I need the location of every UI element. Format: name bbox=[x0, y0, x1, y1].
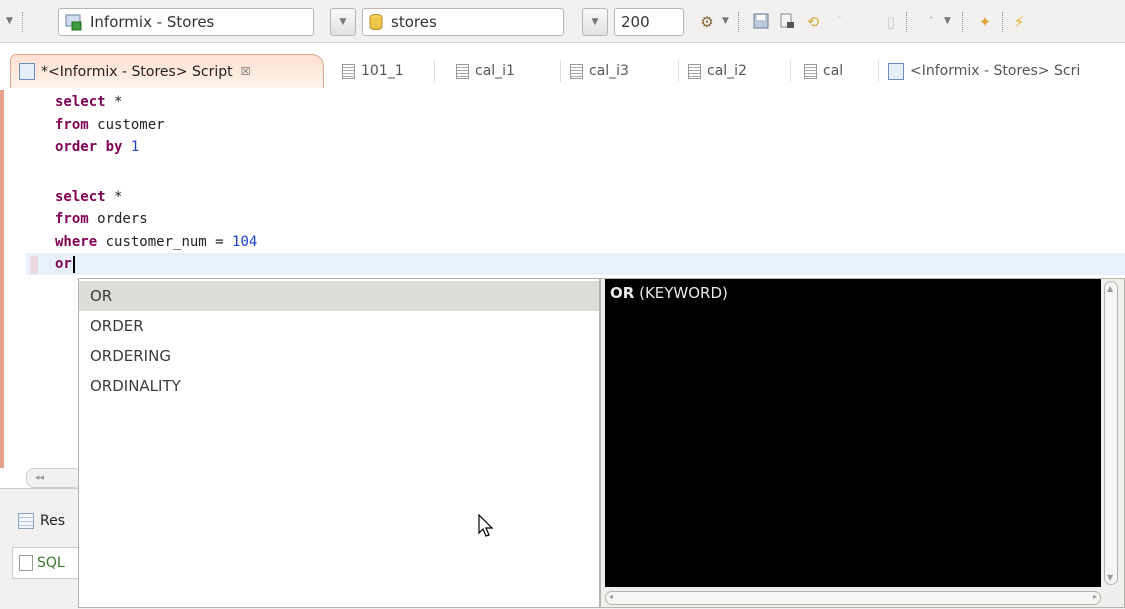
tab-label: cal_i2 bbox=[707, 63, 747, 79]
save-icon[interactable] bbox=[752, 13, 770, 31]
sql-script-icon bbox=[19, 63, 35, 80]
scroll-right-icon[interactable]: ▸ bbox=[1093, 592, 1097, 601]
tab-label: cal_i1 bbox=[475, 63, 515, 79]
code-line[interactable]: select * bbox=[55, 91, 122, 113]
database-icon bbox=[369, 13, 383, 31]
tab-label: cal bbox=[823, 63, 844, 79]
proposal-item-order[interactable]: ORDER bbox=[79, 311, 599, 341]
caret-up-icon[interactable]: ˆ bbox=[922, 13, 940, 31]
scroll-left-icon[interactable]: ◂ bbox=[609, 592, 613, 601]
max-rows-input[interactable]: 200 bbox=[614, 8, 684, 36]
sql-result-label: SQL bbox=[37, 555, 65, 571]
table-icon bbox=[456, 63, 469, 79]
toolbar-separator bbox=[1002, 12, 1003, 32]
info-title: OR (KEYWORD) bbox=[610, 284, 728, 302]
run-sql-icon[interactable]: ⚙ bbox=[698, 13, 716, 31]
table-icon bbox=[688, 63, 701, 79]
proposal-item-ordering[interactable]: ORDERING bbox=[79, 341, 599, 371]
connection-dropdown-button[interactable]: ▼ bbox=[330, 8, 356, 36]
code-line-current[interactable]: or bbox=[55, 253, 75, 275]
sql-file-icon bbox=[19, 555, 33, 571]
results-table-icon bbox=[18, 513, 34, 529]
disabled-small-icon: ˝ bbox=[836, 16, 842, 27]
database-dropdown-button[interactable]: ▼ bbox=[582, 8, 608, 36]
toolbar-separator bbox=[738, 12, 739, 32]
disabled-page-icon: ▯ bbox=[886, 13, 896, 31]
sql-script-icon bbox=[888, 62, 904, 80]
tab-cal[interactable]: cal bbox=[796, 56, 872, 86]
toolbar-separator bbox=[962, 12, 963, 32]
lightning-icon[interactable]: ⚡ bbox=[1010, 13, 1028, 31]
tab-cal-i2[interactable]: cal_i2 bbox=[680, 56, 780, 86]
tab-script-active[interactable]: *<Informix - Stores> Script ☒ bbox=[10, 54, 324, 88]
results-tab-label: Res bbox=[40, 513, 66, 529]
autocomplete-proposal-list[interactable]: OR ORDER ORDERING ORDINALITY bbox=[78, 278, 600, 608]
tab-label: *<Informix - Stores> Script bbox=[41, 63, 233, 80]
scroll-up-icon[interactable]: ▲ bbox=[1107, 284, 1113, 293]
info-vertical-scrollbar[interactable]: ▲ ▼ bbox=[1104, 281, 1118, 585]
editor-ruler bbox=[4, 90, 26, 468]
tab-results[interactable]: Res bbox=[18, 509, 65, 533]
autocomplete-info-panel: OR (KEYWORD) ▲ ▼ ◂ ▸ bbox=[600, 278, 1125, 608]
tab-label: <Informix - Stores> Scri bbox=[910, 63, 1081, 79]
tab-label: 101_1 bbox=[361, 63, 404, 79]
connection-name: Informix - Stores bbox=[90, 13, 215, 31]
editor-horizontal-scrollbar[interactable]: ◂◂ bbox=[26, 468, 82, 488]
connection-combo[interactable]: Informix - Stores bbox=[58, 8, 314, 36]
proposal-item-ordinality[interactable]: ORDINALITY bbox=[79, 371, 599, 401]
code-line[interactable]: select * bbox=[55, 186, 122, 208]
tab-label: cal_i3 bbox=[589, 63, 629, 79]
info-horizontal-scrollbar[interactable]: ◂ ▸ bbox=[605, 591, 1101, 605]
tab-cal-i3[interactable]: cal_i3 bbox=[562, 56, 662, 86]
close-tab-icon[interactable]: ☒ bbox=[241, 65, 251, 78]
database-name: stores bbox=[391, 13, 437, 31]
proposal-item-or[interactable]: OR bbox=[79, 281, 599, 311]
current-line-highlight bbox=[26, 253, 1125, 275]
caret-dropdown-arrow-icon[interactable]: ▼ bbox=[944, 16, 951, 26]
toolbar-separator bbox=[906, 12, 907, 32]
code-line[interactable]: from customer bbox=[55, 114, 165, 136]
table-icon bbox=[342, 63, 355, 79]
run-dropdown-arrow-icon[interactable]: ▼ bbox=[722, 16, 729, 26]
text-caret bbox=[72, 255, 75, 273]
scroll-down-icon[interactable]: ▼ bbox=[1107, 573, 1113, 582]
database-connection-icon bbox=[65, 13, 82, 31]
info-content: OR (KEYWORD) bbox=[605, 279, 1101, 587]
editor-tab-bar: *<Informix - Stores> Script ☒ 101_1 cal_… bbox=[0, 46, 1125, 91]
table-icon bbox=[570, 63, 583, 79]
mouse-pointer-icon bbox=[478, 513, 494, 538]
table-icon bbox=[804, 63, 817, 79]
export-icon[interactable] bbox=[778, 13, 796, 31]
toolbar-separator bbox=[22, 12, 23, 32]
database-combo[interactable]: stores bbox=[362, 8, 564, 36]
tab-cal-i1[interactable]: cal_i1 bbox=[448, 56, 548, 86]
tab-script-2[interactable]: <Informix - Stores> Scri bbox=[880, 56, 1125, 86]
code-line[interactable]: from orders bbox=[55, 208, 148, 230]
toolbar-dropdown-arrow-icon[interactable]: ▼ bbox=[6, 16, 13, 26]
code-line[interactable]: order by 1 bbox=[55, 136, 139, 158]
refresh-icon[interactable]: ⟲ bbox=[804, 13, 822, 31]
new-connection-icon[interactable]: ✦ bbox=[976, 13, 994, 31]
code-line[interactable]: where customer_num = 104 bbox=[55, 231, 257, 253]
max-rows-value: 200 bbox=[621, 13, 650, 31]
tab-101-1[interactable]: 101_1 bbox=[334, 56, 424, 86]
current-line-marker bbox=[30, 256, 38, 274]
main-toolbar: ▼ Informix - Stores ▼ stores ▼ 200 ⚙ ▼ ⟲… bbox=[0, 0, 1125, 43]
